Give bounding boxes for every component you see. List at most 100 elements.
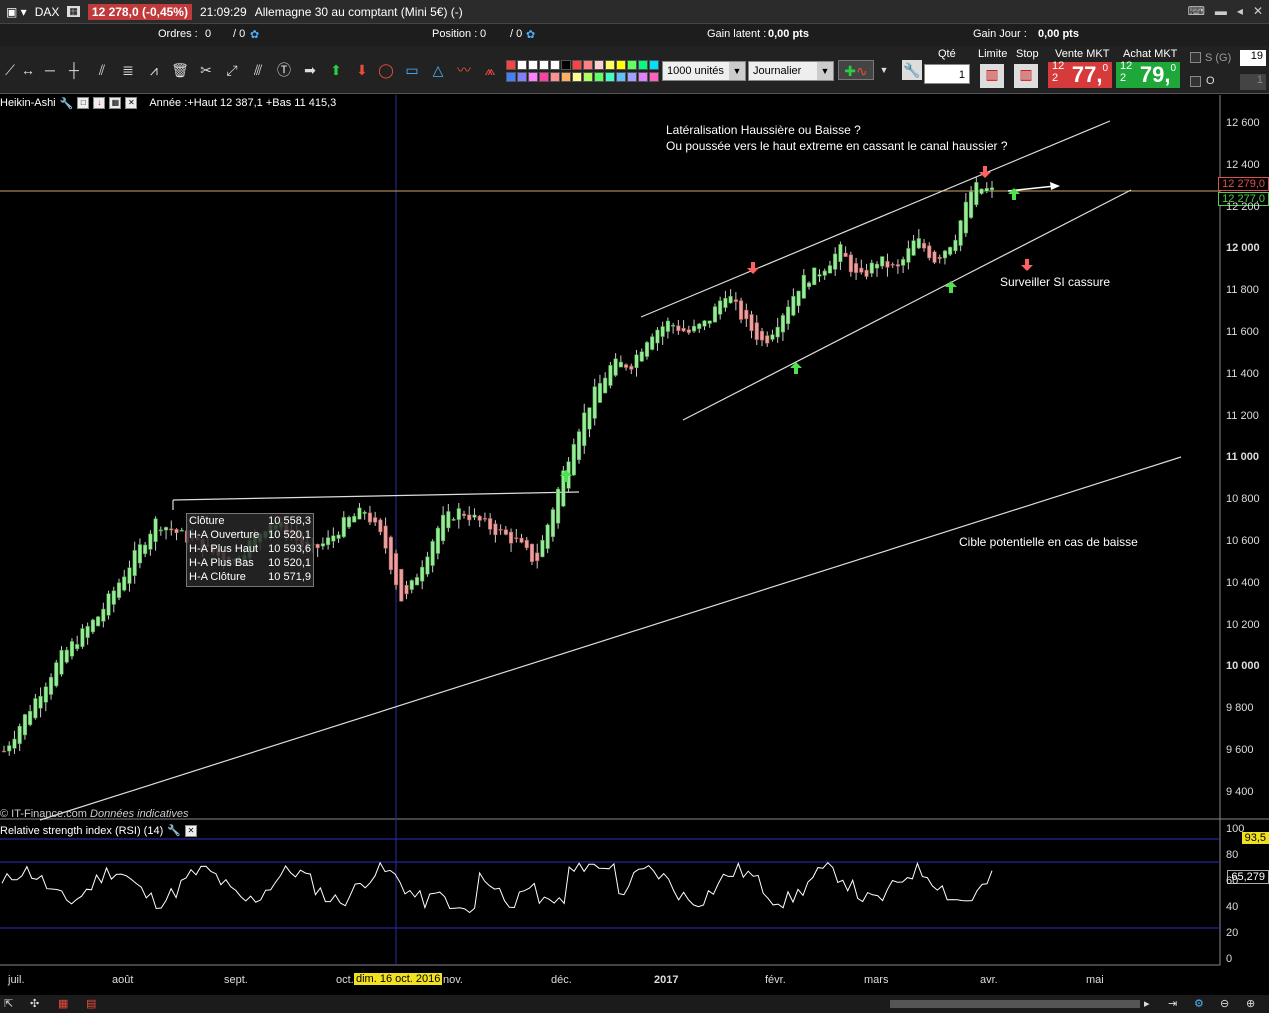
ellipse-icon[interactable]: ◯ — [376, 60, 396, 80]
color-swatch[interactable] — [594, 60, 604, 70]
scroll-right-icon[interactable]: ▸ — [1144, 997, 1150, 1010]
settings-icon[interactable]: ▦ — [109, 97, 122, 109]
candle-body — [843, 252, 848, 257]
o-checkbox[interactable] — [1190, 76, 1201, 87]
fibonacci-icon[interactable]: ≣ — [118, 60, 138, 80]
h-line-icon[interactable]: ─ — [40, 60, 60, 80]
qty-input[interactable]: 1 — [924, 64, 970, 84]
color-swatch[interactable] — [616, 72, 626, 82]
scroll-end-icon[interactable]: ⇥ — [1168, 997, 1177, 1010]
chevron-down-icon[interactable]: ▼ — [874, 60, 894, 80]
triangle-icon[interactable]: △ — [428, 60, 448, 80]
candle-body — [59, 650, 64, 675]
color-swatch[interactable] — [528, 72, 538, 82]
chart-settings-icon[interactable]: ⚙ — [1194, 997, 1204, 1010]
color-swatch[interactable] — [638, 60, 648, 70]
color-swatch[interactable] — [572, 72, 582, 82]
arrow-down-icon[interactable]: ⬇ — [352, 60, 372, 80]
candle-body — [911, 240, 916, 256]
color-swatch[interactable] — [517, 72, 527, 82]
color-swatch[interactable] — [539, 60, 549, 70]
color-swatch[interactable] — [506, 72, 516, 82]
orders-settings-icon[interactable]: ✿ — [250, 28, 259, 41]
parallel-lines-icon[interactable]: ⫽ — [92, 60, 112, 80]
tooltip-key: H-A Clôture — [189, 571, 246, 583]
color-swatch[interactable] — [627, 72, 637, 82]
color-swatch[interactable] — [594, 72, 604, 82]
cross-icon[interactable]: ┼ — [64, 60, 84, 80]
zoom-out-icon[interactable]: ⊖ — [1220, 997, 1229, 1010]
diagonal-line-icon[interactable]: ⟋ — [0, 60, 20, 80]
wrench-icon[interactable]: 🔧 — [60, 97, 74, 110]
sg-input[interactable]: 19 — [1240, 50, 1266, 66]
candle-body — [744, 309, 749, 320]
cursor-icon[interactable]: ⇱ — [4, 997, 13, 1010]
tools-icon[interactable]: ✂ — [196, 60, 216, 80]
calc-icon[interactable]: ▦ — [67, 6, 80, 17]
limit-order-icon[interactable]: ▥ — [980, 64, 1004, 88]
wave-icon[interactable]: 〰 — [454, 60, 474, 80]
crosshair-icon[interactable]: ✣ — [30, 997, 39, 1010]
move-down-icon[interactable]: ↓ — [93, 97, 106, 109]
color-swatch[interactable] — [528, 60, 538, 70]
period-select[interactable]: Journalier ▼ — [748, 61, 834, 81]
zigzag-icon[interactable]: ⩘ — [144, 60, 164, 80]
color-swatch[interactable] — [649, 72, 659, 82]
candle-body — [639, 351, 644, 362]
sell-price-big: 77, — [1071, 62, 1103, 87]
color-swatch[interactable] — [550, 60, 560, 70]
color-swatch[interactable] — [561, 60, 571, 70]
units-select[interactable]: 1000 unités ▼ — [662, 61, 746, 81]
color-swatch[interactable] — [572, 60, 582, 70]
stop-order-icon[interactable]: ▥ — [1014, 64, 1038, 88]
pattern-icon[interactable]: ⩕ — [480, 60, 500, 80]
arrow-up-icon[interactable]: ⬆ — [326, 60, 346, 80]
collapse-icon[interactable]: ◂ — [1237, 4, 1243, 18]
text-icon[interactable]: Ⓣ — [274, 60, 294, 80]
indicators-icon[interactable]: ✚∿ — [838, 60, 874, 80]
maximize-icon[interactable]: □ — [77, 97, 90, 109]
grid-icon[interactable]: ▦ — [58, 997, 68, 1010]
y-tick-label: 9 600 — [1226, 744, 1254, 756]
candle-body — [697, 323, 702, 329]
color-swatch[interactable] — [517, 60, 527, 70]
zoom-in-icon[interactable]: ⊕ — [1246, 997, 1255, 1010]
sell-market-button[interactable]: 12 2 77, 0 — [1048, 60, 1112, 88]
expand-icon[interactable]: ⤢ — [222, 60, 242, 80]
color-swatch[interactable] — [605, 72, 615, 82]
color-swatch[interactable] — [616, 60, 626, 70]
tooltip-key: Clôture — [189, 515, 225, 527]
layout-icon[interactable]: ▤ — [86, 997, 96, 1010]
color-swatch[interactable] — [649, 60, 659, 70]
wrench-icon[interactable]: 🔧 — [167, 824, 181, 837]
arrow-right-icon[interactable]: ➡ — [300, 60, 320, 80]
sg-checkbox[interactable] — [1190, 52, 1201, 63]
rectangle-icon[interactable]: ▭ — [402, 60, 422, 80]
color-swatch[interactable] — [605, 60, 615, 70]
trash-icon[interactable]: 🗑 — [170, 60, 190, 80]
candle-body — [111, 590, 116, 605]
color-swatch[interactable] — [638, 72, 648, 82]
color-swatch[interactable] — [539, 72, 549, 82]
close-icon[interactable]: ✕ — [184, 824, 197, 837]
color-swatch[interactable] — [583, 60, 593, 70]
annotation-question: Latéralisation Haussière ou Baisse ? — [666, 123, 861, 137]
tooltip-value: 10 520,1 — [268, 529, 311, 541]
color-swatch[interactable] — [506, 60, 516, 70]
horizontal-line-icon[interactable]: ↔ — [18, 60, 38, 80]
color-swatch[interactable] — [583, 72, 593, 82]
fan-icon[interactable]: ⫻ — [248, 60, 268, 80]
o-input[interactable]: 1 — [1240, 74, 1266, 90]
minimize-icon[interactable]: ▬ — [1215, 4, 1227, 18]
keyboard-icon[interactable]: ⌨ — [1188, 4, 1205, 18]
menu-icon[interactable]: ▣ ▾ — [6, 5, 27, 19]
close-icon[interactable]: ✕ — [125, 97, 138, 109]
color-swatch[interactable] — [550, 72, 560, 82]
buy-market-button[interactable]: 12 2 79, 0 — [1116, 60, 1180, 88]
horizontal-scrollbar[interactable] — [890, 1000, 1140, 1008]
color-swatch[interactable] — [627, 60, 637, 70]
position-settings-icon[interactable]: ✿ — [526, 28, 535, 41]
wrench-icon[interactable]: 🔧 — [902, 60, 922, 80]
close-icon[interactable]: ✕ — [1253, 4, 1263, 18]
color-swatch[interactable] — [561, 72, 571, 82]
